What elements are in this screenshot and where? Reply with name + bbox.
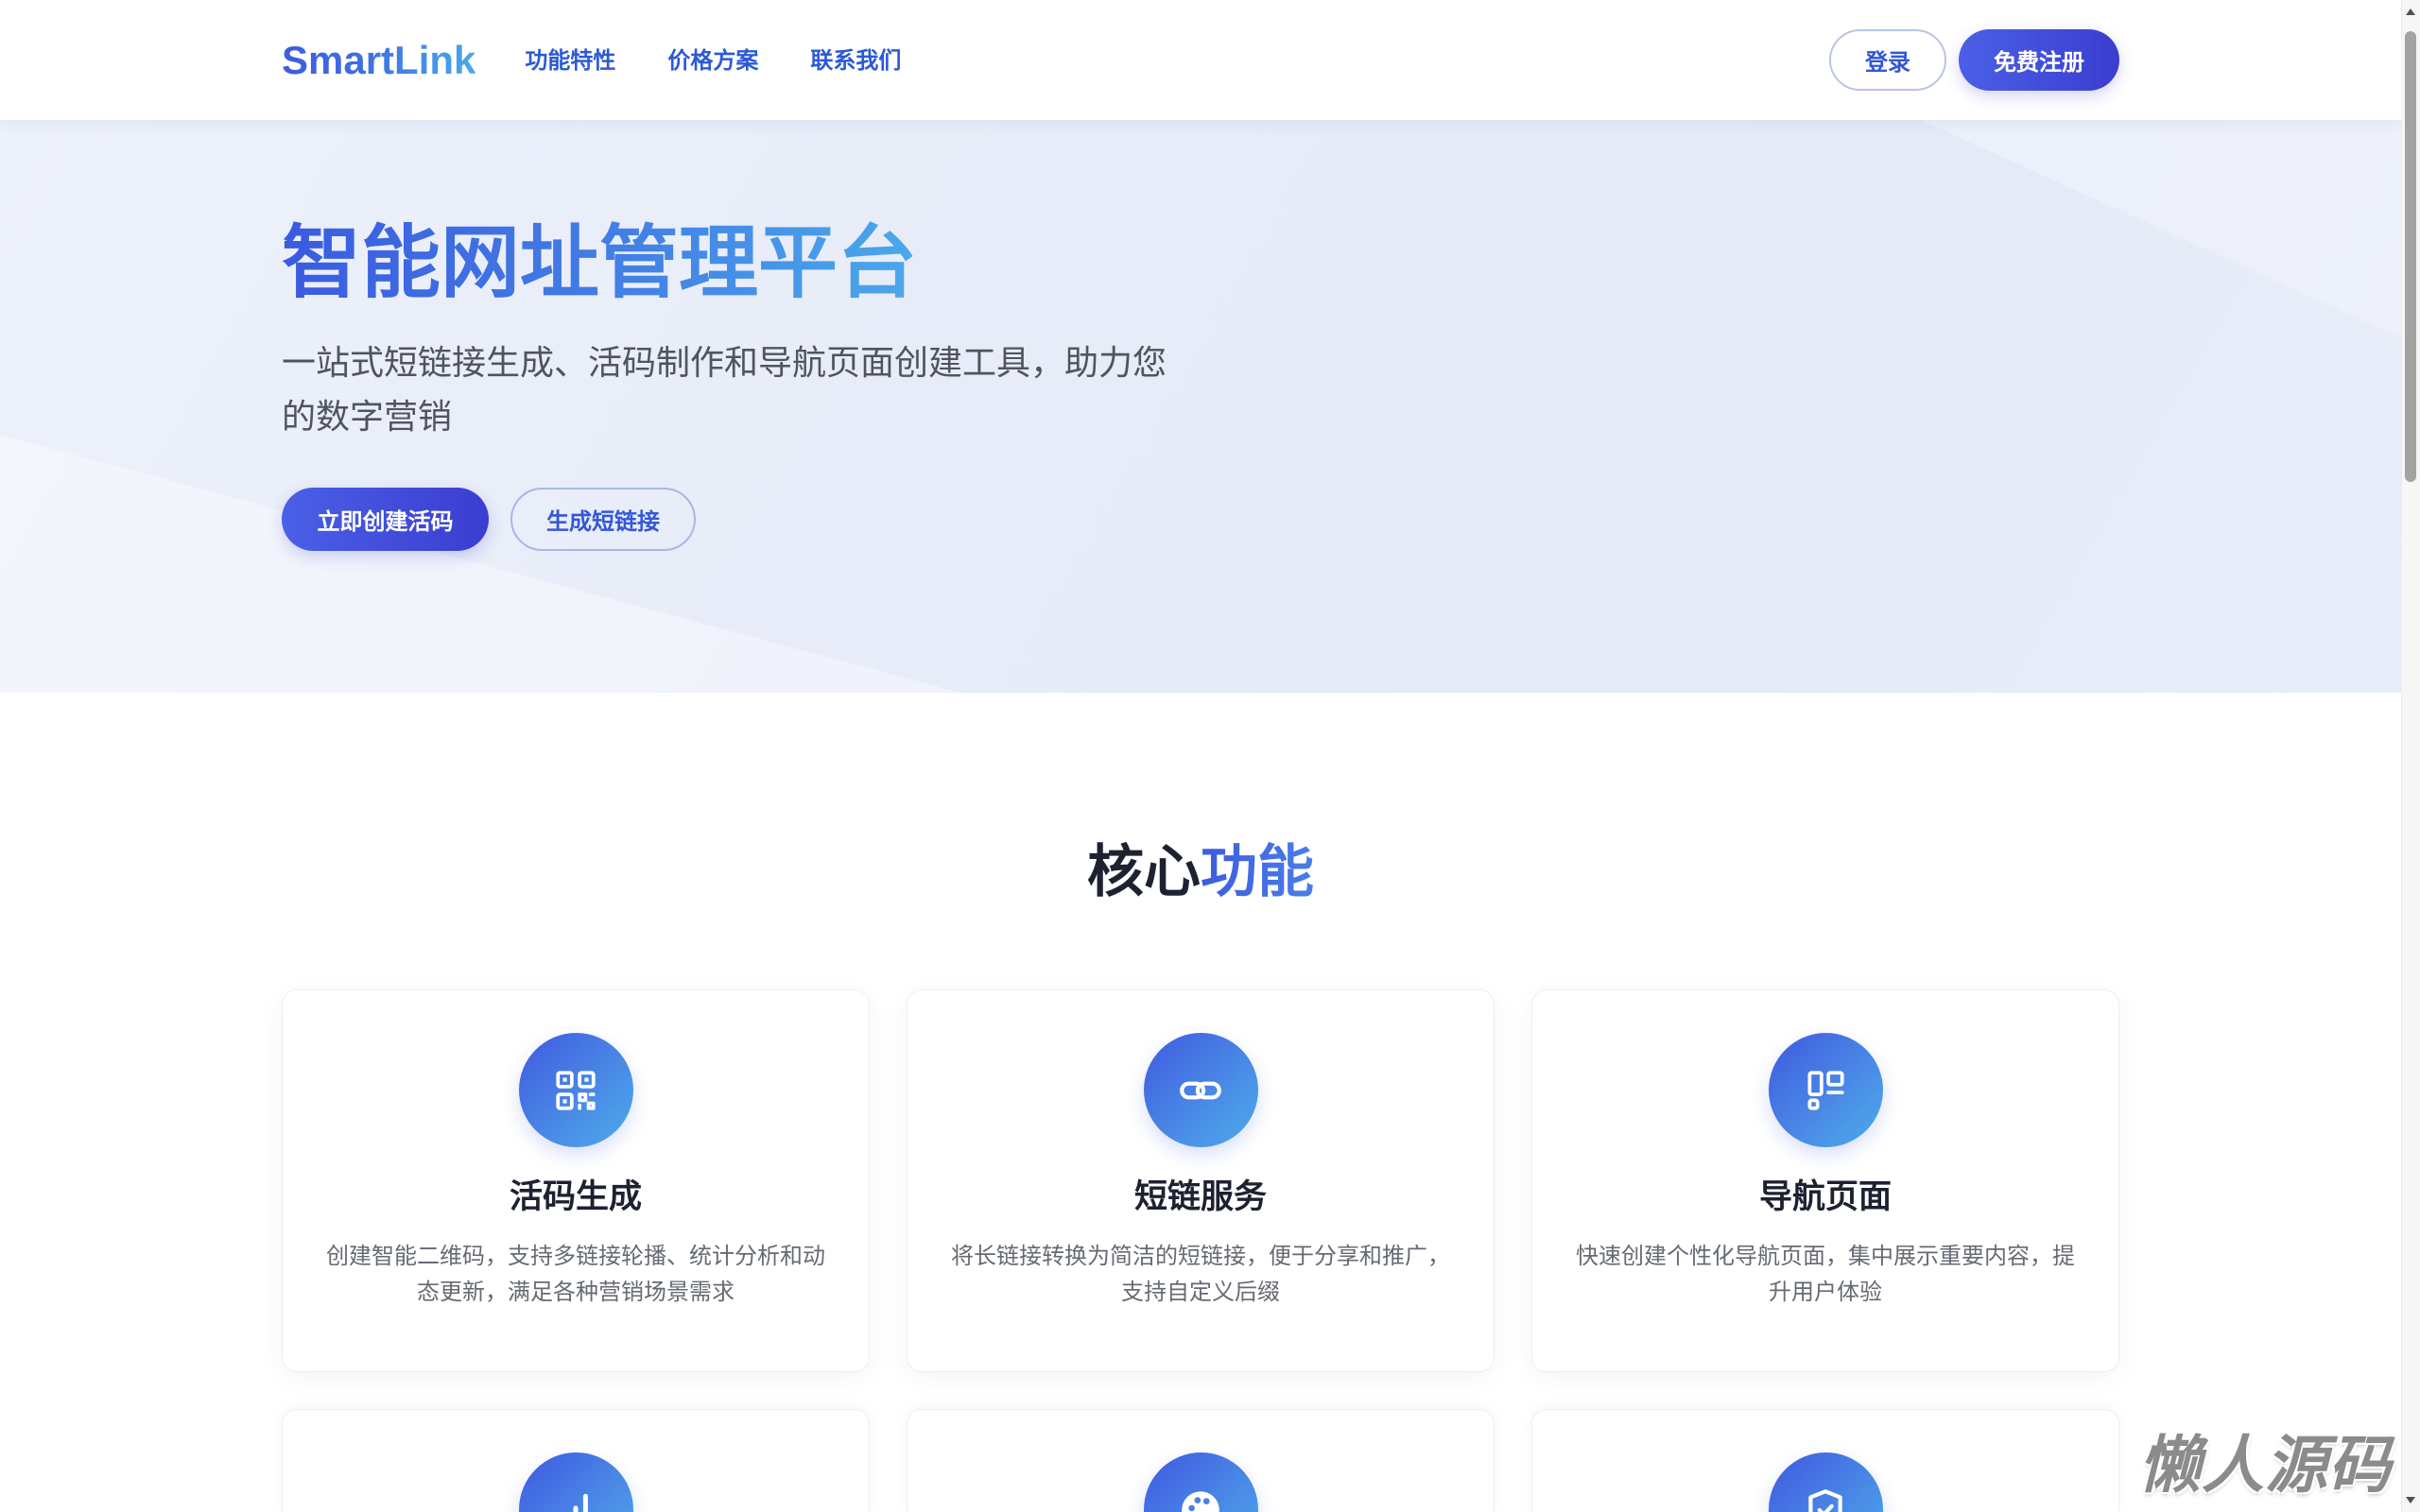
features-heading-dark: 核心 xyxy=(1087,839,1201,905)
layout-icon xyxy=(1768,1033,1883,1147)
qr-code-icon xyxy=(518,1033,633,1147)
page-scrollbar[interactable] xyxy=(2401,0,2420,1512)
nav-link-pricing[interactable]: 价格方案 xyxy=(667,46,758,75)
auth-actions: 登录 免费注册 xyxy=(1829,29,2119,91)
create-live-code-button[interactable]: 立即创建活码 xyxy=(282,488,489,551)
hero-title-wrapper: 智能网址管理平台 xyxy=(282,215,2119,310)
hero-title: 智能网址管理平台 xyxy=(282,216,918,309)
link-glyph xyxy=(1180,1081,1221,1099)
qr-code-glyph xyxy=(556,1070,596,1110)
features-section: 核心功能 活码生成 创建智能二维码，支持多链接轮播、统计分析和动态更新，满足各种… xyxy=(0,693,2401,1512)
feature-card-title: 导航页面 xyxy=(1758,1178,1892,1216)
hero-actions: 立即创建活码 生成短链接 xyxy=(282,488,2119,551)
hero-subtitle: 一站式短链接生成、活码制作和导航页面创建工具，助力您的数字营销 xyxy=(282,344,1167,437)
generate-short-link-button[interactable]: 生成短链接 xyxy=(510,488,696,551)
top-navbar: SmartLink 功能特性 价格方案 联系我们 登录 免费注册 xyxy=(0,0,2401,120)
palette-glyph xyxy=(1182,1490,1219,1512)
hero-content: 智能网址管理平台 一站式短链接生成、活码制作和导航页面创建工具，助力您的数字营销… xyxy=(282,215,2119,551)
feature-card-navigation-page: 导航页面 快速创建个性化导航页面，集中展示重要内容，提升用户体验 xyxy=(1531,989,2119,1372)
features-heading: 核心功能 xyxy=(0,838,2401,906)
palette-icon xyxy=(1143,1452,1258,1512)
link-icon xyxy=(1143,1033,1258,1147)
layout-glyph xyxy=(1807,1070,1844,1110)
features-heading-accent: 功能 xyxy=(1201,839,1314,905)
feature-card-title: 短链服务 xyxy=(1133,1178,1267,1216)
nav-link-features[interactable]: 功能特性 xyxy=(525,46,615,75)
bar-chart-icon xyxy=(518,1452,633,1512)
feature-card-grid: 活码生成 创建智能二维码，支持多链接轮播、统计分析和动态更新，满足各种营销场景需… xyxy=(282,989,2119,1512)
bar-chart-glyph xyxy=(573,1493,588,1512)
page-viewport: SmartLink 功能特性 价格方案 联系我们 登录 免费注册 智能网址管理平… xyxy=(0,0,2401,1512)
feature-card-description: 创建智能二维码，支持多链接轮播、统计分析和动态更新，满足各种营销场景需求 xyxy=(326,1243,825,1305)
login-button[interactable]: 登录 xyxy=(1829,29,1946,91)
brand-logo[interactable]: SmartLink xyxy=(282,37,475,84)
navbar-container: SmartLink 功能特性 价格方案 联系我们 登录 免费注册 xyxy=(282,0,2119,120)
feature-card-theme xyxy=(907,1409,1495,1512)
scroll-down-arrow-icon[interactable] xyxy=(2406,1497,2415,1503)
nav-link-contact[interactable]: 联系我们 xyxy=(810,46,901,75)
scroll-up-arrow-icon[interactable] xyxy=(2406,9,2415,15)
feature-card-short-link: 短链服务 将长链接转换为简洁的短链接，便于分享和推广，支持自定义后缀 xyxy=(907,989,1495,1372)
feature-card-analytics xyxy=(282,1409,870,1512)
feature-card-live-code: 活码生成 创建智能二维码，支持多链接轮播、统计分析和动态更新，满足各种营销场景需… xyxy=(282,989,870,1372)
feature-card-description: 快速创建个性化导航页面，集中展示重要内容，提升用户体验 xyxy=(1576,1243,2075,1305)
watermark-text: 懒人源码 xyxy=(2138,1429,2392,1502)
feature-card-description: 将长链接转换为简洁的短链接，便于分享和推广，支持自定义后缀 xyxy=(951,1243,1450,1305)
shield-check-glyph xyxy=(1808,1488,1842,1512)
shield-check-icon xyxy=(1768,1452,1883,1512)
register-button[interactable]: 免费注册 xyxy=(1959,29,2119,91)
scrollbar-thumb[interactable] xyxy=(2405,31,2416,482)
hero-section: 智能网址管理平台 一站式短链接生成、活码制作和导航页面创建工具，助力您的数字营销… xyxy=(0,120,2401,693)
feature-card-security xyxy=(1531,1409,2119,1512)
feature-card-title: 活码生成 xyxy=(509,1178,642,1216)
main-nav: 功能特性 价格方案 联系我们 xyxy=(525,46,901,75)
